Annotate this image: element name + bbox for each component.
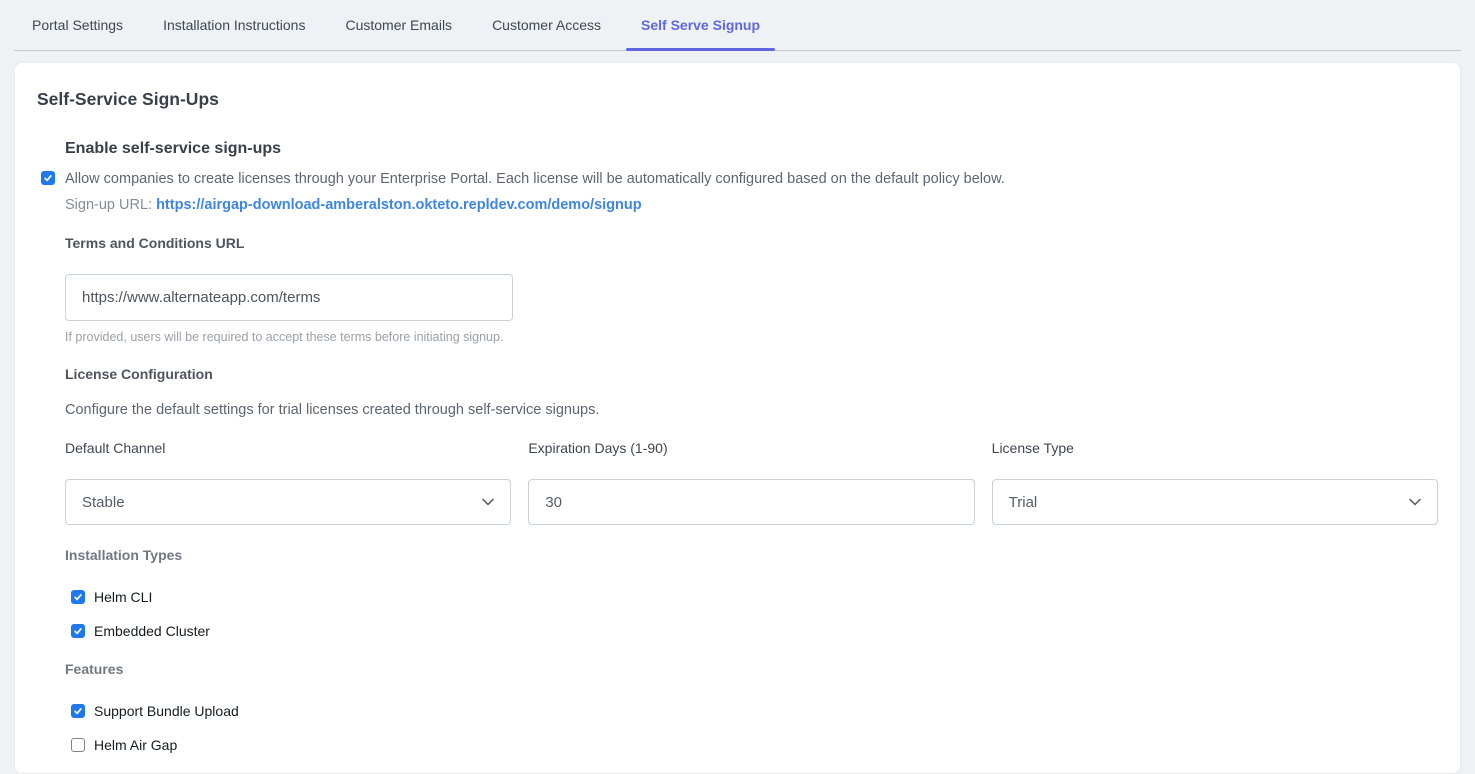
expiration-days-value: 30 (545, 494, 562, 511)
helm-air-gap-checkbox[interactable] (71, 738, 85, 752)
license-configuration-label: License Configuration (65, 366, 1438, 382)
enable-signups-heading: Enable self-service sign-ups (65, 140, 1438, 158)
tab-portal-settings[interactable]: Portal Settings (17, 0, 138, 50)
default-channel-select[interactable]: Stable (65, 479, 511, 525)
signup-url-line: Sign-up URL: https://airgap-download-amb… (65, 197, 1438, 213)
enable-signups-checkbox[interactable] (41, 171, 55, 185)
enable-signups-description: Allow companies to create licenses throu… (65, 169, 1005, 189)
check-icon (43, 173, 53, 183)
helm-cli-label: Helm CLI (94, 589, 152, 605)
license-type-value: Trial (1009, 494, 1038, 511)
check-icon (73, 626, 83, 636)
self-serve-signup-panel: Self-Service Sign-Ups Enable self-servic… (14, 62, 1461, 774)
default-channel-value: Stable (82, 494, 125, 511)
license-type-select[interactable]: Trial (992, 479, 1438, 525)
terms-url-label: Terms and Conditions URL (65, 235, 1438, 251)
helm-cli-checkbox[interactable] (71, 590, 85, 604)
terms-url-helper: If provided, users will be required to a… (65, 330, 1438, 344)
support-bundle-upload-checkbox[interactable] (71, 704, 85, 718)
chevron-down-icon (1409, 498, 1421, 506)
feature-helm-air-gap-row: Helm Air Gap (71, 737, 1438, 753)
tab-customer-emails[interactable]: Customer Emails (330, 0, 467, 50)
features-label: Features (65, 661, 1438, 677)
license-config-grid: Default Channel Expiration Days (1-90) L… (65, 440, 1438, 525)
page-title: Self-Service Sign-Ups (37, 89, 1438, 110)
chevron-down-icon (482, 498, 494, 506)
tab-installation-instructions[interactable]: Installation Instructions (148, 0, 320, 50)
signup-url-link[interactable]: https://airgap-download-amberalston.okte… (156, 197, 642, 213)
embedded-cluster-label: Embedded Cluster (94, 623, 210, 639)
installation-type-embedded-cluster-row: Embedded Cluster (71, 623, 1438, 639)
feature-support-bundle-upload-row: Support Bundle Upload (71, 703, 1438, 719)
helm-air-gap-label: Helm Air Gap (94, 737, 177, 753)
expiration-days-input[interactable]: 30 (528, 479, 974, 525)
tab-self-serve-signup[interactable]: Self Serve Signup (626, 0, 775, 50)
expiration-days-label: Expiration Days (1-90) (528, 440, 974, 456)
check-icon (73, 592, 83, 602)
support-bundle-upload-label: Support Bundle Upload (94, 703, 239, 719)
default-channel-label: Default Channel (65, 440, 511, 456)
check-icon (73, 706, 83, 716)
license-configuration-description: Configure the default settings for trial… (65, 402, 1438, 418)
settings-tabbar: Portal Settings Installation Instruction… (14, 0, 1461, 51)
installation-type-helm-cli-row: Helm CLI (71, 589, 1438, 605)
embedded-cluster-checkbox[interactable] (71, 624, 85, 638)
tab-customer-access[interactable]: Customer Access (477, 0, 616, 50)
installation-types-label: Installation Types (65, 547, 1438, 563)
enable-signups-row: Allow companies to create licenses throu… (41, 169, 1438, 189)
terms-url-input[interactable] (65, 274, 513, 321)
license-type-label: License Type (992, 440, 1438, 456)
signup-url-label: Sign-up URL: (65, 197, 152, 213)
